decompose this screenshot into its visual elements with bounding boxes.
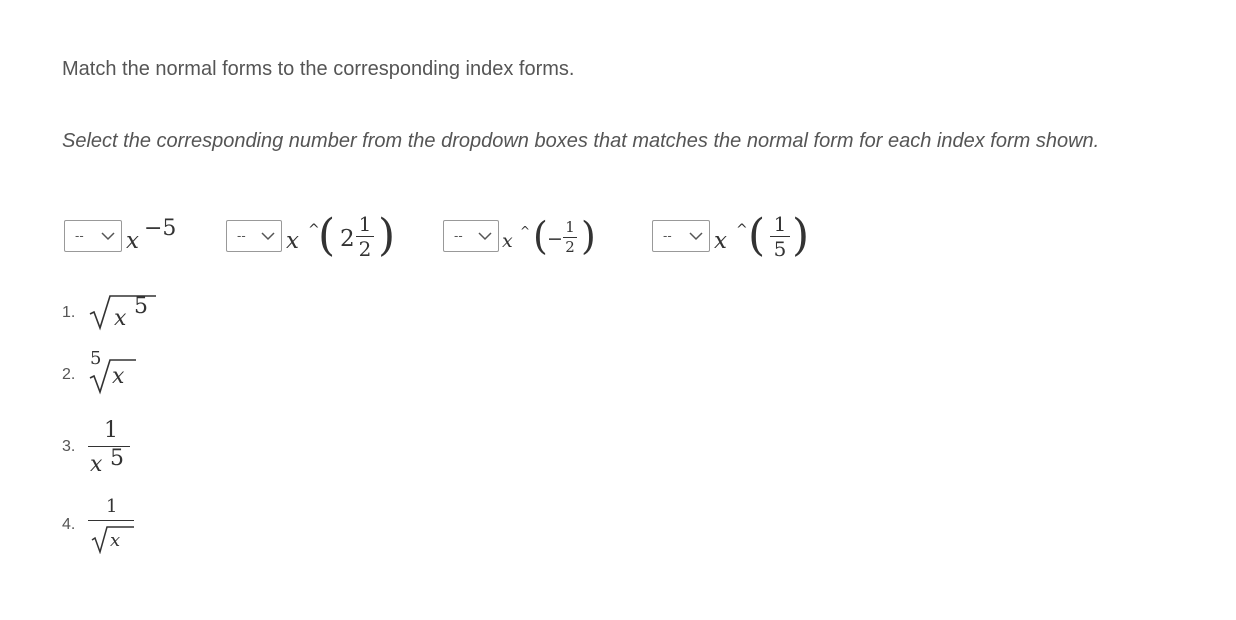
fraction-numerator: 1 — [358, 212, 372, 236]
option-number: 2. — [62, 366, 76, 383]
match-dropdown-2[interactable]: -- — [226, 220, 282, 252]
exponent-sign: − — [547, 228, 563, 250]
fraction-denominator: 2 — [565, 238, 575, 256]
list-item: 3. 1 x 5 — [62, 416, 182, 477]
fraction-numerator: 1 — [106, 496, 118, 517]
match-dropdown-4[interactable]: -- — [652, 220, 710, 252]
index-base: x — [502, 230, 513, 252]
left-paren: ( — [318, 210, 336, 261]
radicand: x — [110, 530, 121, 551]
radicand: x — [112, 364, 125, 389]
match-item-3: -- x ^ ( − 1 2 ) — [443, 208, 623, 268]
left-paren: ( — [533, 214, 548, 258]
index-exponent: −5 — [144, 216, 177, 241]
index-base: x — [126, 228, 139, 254]
dropdown-value: -- — [663, 228, 672, 243]
fraction-numerator: 1 — [773, 212, 787, 236]
option-number: 4. — [62, 516, 76, 533]
left-paren: ( — [748, 210, 766, 261]
chevron-down-icon — [478, 232, 492, 241]
chevron-down-icon — [689, 232, 703, 241]
list-item: 1. x 5 — [62, 286, 182, 336]
instructions-text: Match the normal forms to the correspond… — [62, 58, 575, 80]
fraction-bar — [88, 520, 134, 521]
index-base: x — [714, 228, 727, 254]
caret-symbol: ^ — [736, 222, 748, 238]
index-base: x — [286, 228, 299, 254]
power: 5 — [110, 446, 124, 471]
fraction-denominator: 5 — [773, 237, 787, 261]
fraction-numerator: 1 — [565, 218, 575, 236]
fraction-denominator: 2 — [358, 237, 372, 261]
match-dropdown-1[interactable]: -- — [64, 220, 122, 252]
option-number: 1. — [62, 304, 76, 321]
match-item-1: -- x −5 — [64, 208, 194, 268]
dropdown-value: -- — [237, 228, 246, 243]
right-paren: ) — [581, 214, 596, 258]
dropdown-value: -- — [75, 228, 84, 243]
fraction-numerator: 1 — [104, 418, 118, 443]
chevron-down-icon — [261, 232, 275, 241]
dropdown-value: -- — [454, 228, 463, 243]
radicand: x — [114, 306, 127, 331]
exponent-fraction: 1 2 — [563, 220, 577, 255]
denominator-base: x — [90, 452, 103, 477]
right-paren: ) — [378, 210, 396, 261]
exponent-fraction: 1 5 — [770, 214, 790, 259]
list-item: 4. 1 x — [62, 494, 182, 554]
power: 5 — [134, 294, 148, 319]
caret-symbol: ^ — [520, 224, 531, 238]
mixed-whole: 2 — [340, 226, 355, 252]
match-dropdown-3[interactable]: -- — [443, 220, 499, 252]
option-number: 3. — [62, 438, 76, 455]
exponent-fraction: 1 2 — [356, 214, 374, 259]
match-item-4: -- x ^ ( 1 5 ) — [652, 208, 822, 268]
list-item: 2. 5 x — [62, 346, 182, 396]
match-item-2: -- x ^ ( 2 1 2 ) — [226, 208, 416, 268]
chevron-down-icon — [101, 232, 115, 241]
right-paren: ) — [792, 210, 810, 261]
sub-instructions-text: Select the corresponding number from the… — [62, 130, 1100, 152]
